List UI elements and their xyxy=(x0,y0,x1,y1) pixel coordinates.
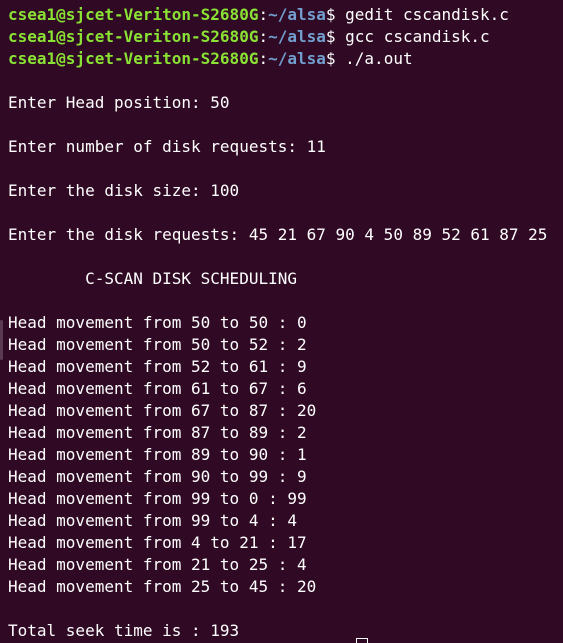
prompt-separator: : xyxy=(258,5,269,24)
terminal-window[interactable]: csea1@sjcet-Veriton-S2680G:~/alsa$ gedit… xyxy=(0,0,563,643)
scrollbar-handle[interactable] xyxy=(0,320,3,360)
command-text: gedit cscandisk.c xyxy=(345,5,509,24)
text-cursor xyxy=(356,638,368,643)
output-total-seek-time: Total seek time is : 193 xyxy=(8,621,240,640)
command-line-1: csea1@sjcet-Veriton-S2680G:~/alsa$ gedit… xyxy=(8,4,509,26)
prompt-user-host: csea1@sjcet-Veriton-S2680G xyxy=(8,49,259,68)
output-title: C-SCAN DISK SCHEDULING xyxy=(8,269,297,288)
movement-line: Head movement from 52 to 61 : 9 xyxy=(8,357,307,376)
movement-line: Head movement from 50 to 50 : 0 xyxy=(8,313,307,332)
movement-line: Head movement from 99 to 4 : 4 xyxy=(8,511,297,530)
movement-line: Head movement from 21 to 25 : 4 xyxy=(8,555,307,574)
movement-line: Head movement from 99 to 0 : 99 xyxy=(8,489,307,508)
prompt-user-host: csea1@sjcet-Veriton-S2680G xyxy=(8,5,259,24)
prompt-path: ~/alsa xyxy=(268,49,326,68)
command-text: gcc cscandisk.c xyxy=(345,27,490,46)
movement-line: Head movement from 61 to 67 : 6 xyxy=(8,379,307,398)
movement-line: Head movement from 50 to 52 : 2 xyxy=(8,335,307,354)
prompt-separator: : xyxy=(258,49,269,68)
prompt-symbol: $ xyxy=(325,5,346,24)
command-text: ./a.out xyxy=(345,49,413,68)
output-disk-requests: Enter the disk requests: 45 21 67 90 4 5… xyxy=(8,225,548,244)
movement-line: Head movement from 4 to 21 : 17 xyxy=(8,533,307,552)
command-line-2: csea1@sjcet-Veriton-S2680G:~/alsa$ gcc c… xyxy=(8,26,490,48)
movement-line: Head movement from 90 to 99 : 9 xyxy=(8,467,307,486)
prompt-symbol: $ xyxy=(325,49,346,68)
prompt-user-host: csea1@sjcet-Veriton-S2680G xyxy=(8,27,259,46)
command-line-3: csea1@sjcet-Veriton-S2680G:~/alsa$ ./a.o… xyxy=(8,48,413,70)
prompt-path: ~/alsa xyxy=(268,5,326,24)
movement-line: Head movement from 67 to 87 : 20 xyxy=(8,401,317,420)
prompt-path: ~/alsa xyxy=(268,27,326,46)
movement-line: Head movement from 25 to 45 : 20 xyxy=(8,577,317,596)
output-head-position: Enter Head position: 50 xyxy=(8,93,230,112)
prompt-separator: : xyxy=(258,27,269,46)
prompt-symbol: $ xyxy=(325,27,346,46)
output-disk-size: Enter the disk size: 100 xyxy=(8,181,240,200)
output-request-count: Enter number of disk requests: 11 xyxy=(8,137,326,156)
movement-line: Head movement from 89 to 90 : 1 xyxy=(8,445,307,464)
movement-line: Head movement from 87 to 89 : 2 xyxy=(8,423,307,442)
